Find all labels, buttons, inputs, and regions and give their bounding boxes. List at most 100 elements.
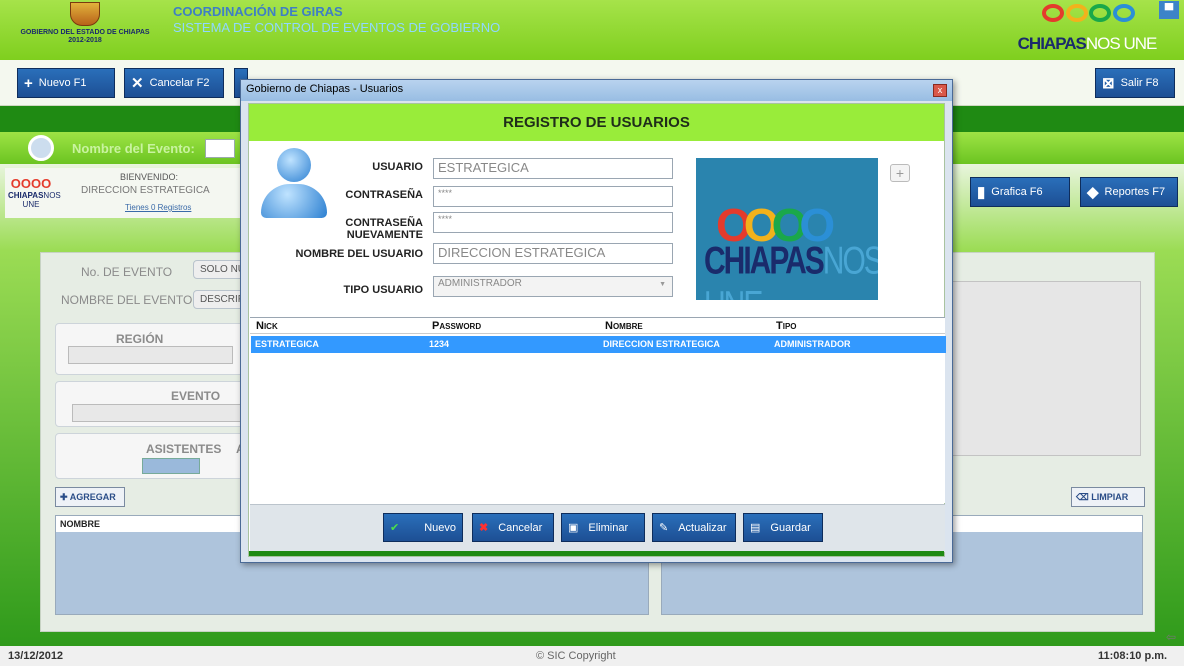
users-table[interactable]: Nick Password Nombre Tipo ESTRATEGICA 12… [250,317,946,503]
dialog-eliminar-button[interactable]: ▣ Eliminar [561,513,645,542]
add-photo-button[interactable]: + [890,164,910,182]
reportes-button[interactable]: ◆ Reportes F7 [1080,177,1178,207]
contrasena2-label: CONTRASEÑA NUEVAMENTE [345,217,423,241]
region-label: REGIÓN [116,332,164,346]
col-password: Password [432,320,482,332]
salir-button[interactable]: ⊠ Salir F8 [1095,68,1175,98]
exit-icon: ⊠ [1102,75,1115,92]
app-subtitle: SISTEMA DE CONTROL DE EVENTOS DE GOBIERN… [173,20,501,35]
check-icon: ✔ [390,522,400,534]
dialog-actualizar-button[interactable]: ✎ Actualizar [652,513,736,542]
tipo-usuario-select[interactable]: ADMINISTRADOR ▼ [433,276,673,297]
gov-years: 2012-2018 [68,37,102,44]
eraser-icon: ⌫ [1076,492,1092,502]
minimize-button[interactable]: ▀ [1159,1,1179,19]
search-label: Nombre del Evento: [72,141,195,156]
brand-logo: CHIAPASNOS UNE [1013,4,1161,56]
asistentes-label: ASISTENTES [146,442,222,456]
agregar-button[interactable]: ✚ AGREGAR [55,487,125,507]
brand-light: NOS UNE [1085,34,1157,53]
user-photo: OOOO CHIAPASNOS UNE [696,158,878,300]
dialog-nuevo-button[interactable]: ✔ Nuevo [383,513,463,542]
limpiar-label: LIMPIAR [1091,492,1129,502]
report-icon: ◆ [1087,184,1099,201]
notes-box[interactable] [941,281,1141,456]
app-title: COORDINACIÓN DE GIRAS [173,4,343,19]
save-icon: ▤ [750,522,761,534]
cell-nombre: DIRECCION ESTRATEGICA [603,339,720,349]
nuevo-button[interactable]: + Nuevo F1 [17,68,115,98]
dialog-actualizar-label: Actualizar [678,521,727,534]
usuarios-dialog: Gobierno de Chiapas - Usuarios x REGISTR… [240,79,953,563]
app-header: GOBIERNO DEL ESTADO DE CHIAPAS 2012-2018… [0,0,1184,60]
dialog-nuevo-label: Nuevo [424,521,456,534]
add-icon: ✚ [60,492,70,502]
limpiar-button[interactable]: ⌫ LIMPIAR [1071,487,1145,507]
dialog-close-button[interactable]: x [933,84,947,97]
registros-link[interactable]: Tienes 0 Registros [125,203,191,212]
ring-green-icon [1089,4,1112,22]
no-evento-label: No. DE EVENTO [81,265,173,279]
dialog-cancelar-label: Cancelar [498,521,543,534]
dialog-footer-band [249,551,944,556]
coat-of-arms-icon [70,2,100,26]
gov-name: GOBIERNO DEL ESTADO DE CHIAPAS [20,29,150,36]
evento-input[interactable] [72,404,242,422]
back-arrow-icon[interactable]: ⇦ [1166,630,1176,644]
status-date: 13/12/2012 [8,650,64,662]
ring-yellow-icon [1065,4,1088,22]
brand-bold: CHIAPAS [1017,34,1087,53]
cancelar-label: Cancelar F2 [149,77,210,89]
dialog-guardar-button[interactable]: ▤ Guardar [743,513,823,542]
nombre-usuario-input[interactable]: DIRECCION ESTRATEGICA [433,243,673,264]
usuario-input[interactable]: ESTRATEGICA [433,158,673,179]
copyright: © SIC Copyright [536,650,616,662]
col-nick: Nick [256,320,278,332]
tipo-usuario-value: ADMINISTRADOR [438,278,522,289]
contrasena2-input[interactable]: **** [433,212,673,233]
cross-icon: ✕ [131,75,144,92]
region-group: REGIÓN [55,323,245,375]
plus-icon: + [24,74,33,92]
contrasena-input[interactable]: **** [433,186,673,207]
cell-nick: ESTRATEGICA [255,339,319,349]
cancelar-button[interactable]: ✕ Cancelar F2 [124,68,224,98]
chevron-down-icon: ▼ [659,281,666,288]
evento-group: EVENTO [55,381,245,427]
welcome-title: BIENVENIDO: [120,172,179,182]
region-select[interactable] [68,346,233,364]
usuario-label: USUARIO [372,161,423,173]
photo-logo-bold: CHIAPAS [704,239,825,283]
pencil-icon: ✎ [659,522,669,534]
user-avatar-icon [259,146,329,221]
ring-blue-icon [1112,4,1135,22]
dialog-heading: REGISTRO DE USUARIOS [249,104,944,141]
government-logo: GOBIERNO DEL ESTADO DE CHIAPAS 2012-2018 [10,2,160,56]
status-bar: 13/12/2012 © SIC Copyright 11:08:10 p.m. [0,646,1184,666]
status-time: 11:08:10 p.m. [1098,650,1168,662]
dialog-eliminar-label: Eliminar [588,521,629,534]
welcome-user: DIRECCION ESTRATEGICA [81,185,210,196]
col-tipo: Tipo [776,320,797,332]
nombre-evento-label: NOMBRE DEL EVENTO [61,293,193,307]
contrasena-label: CONTRASEÑA [345,189,423,201]
welcome-panel: OOOO CHIAPASNOS UNE BIENVENIDO: DIRECCION… [5,168,245,218]
dialog-button-bar: ✔ Nuevo ✖ Cancelar ▣ Eliminar ✎ Actualizar ▤… [250,504,945,552]
agregar-label: AGREGAR [69,492,116,502]
ring-red-icon [1042,4,1065,22]
reportes-label: Reportes F7 [1104,186,1166,198]
asistentes-input[interactable] [142,458,200,474]
salir-label: Salir F8 [1120,77,1159,89]
delete-icon: ▣ [568,522,579,534]
grafica-button[interactable]: ▮ Grafica F6 [970,177,1070,207]
nombre-usuario-label: NOMBRE DEL USUARIO [295,248,423,260]
tipo-usuario-label: TIPO USUARIO [343,284,423,296]
dialog-cancelar-button[interactable]: ✖ Cancelar [472,513,554,542]
col-nombre: Nombre [605,320,643,332]
cross-icon: ✖ [479,522,489,534]
bar-chart-icon: ▮ [977,184,986,201]
table-row[interactable]: ESTRATEGICA 1234 DIRECCION ESTRATEGICA A… [251,336,946,353]
search-input[interactable] [205,139,235,158]
dialog-body: REGISTRO DE USUARIOS USUARIO ESTRATEGICA… [248,103,946,557]
nuevo-label: Nuevo F1 [38,77,87,89]
